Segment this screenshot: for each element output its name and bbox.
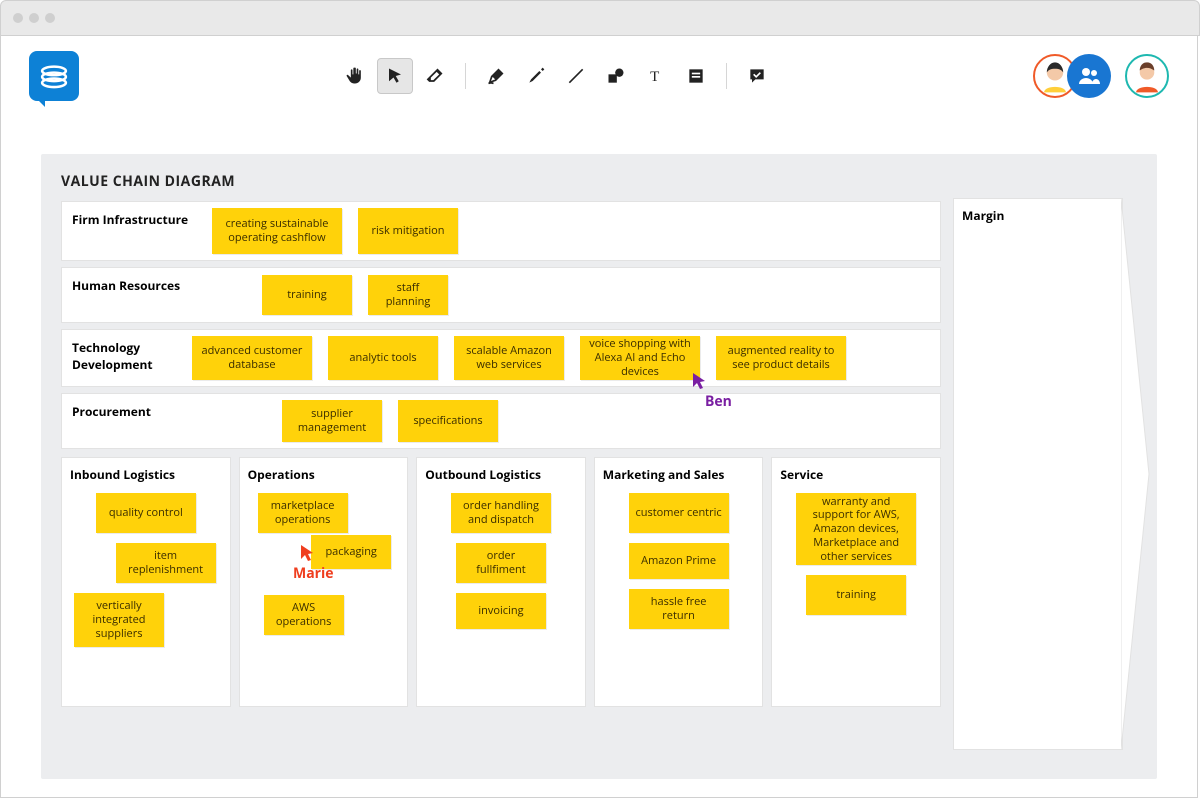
sticky-note[interactable]: item replenishment	[116, 543, 216, 583]
text-icon: T	[646, 66, 666, 86]
col-label: Service	[780, 466, 932, 483]
toolbar-separator	[726, 63, 727, 89]
support-row-technology-development: Technology Development advanced customer…	[61, 329, 941, 387]
diagram-title: VALUE CHAIN DIAGRAM	[61, 172, 1137, 191]
row-label: Firm Infrastructure	[72, 208, 212, 228]
diagram-canvas[interactable]: VALUE CHAIN DIAGRAM Firm Infrastructure …	[41, 154, 1157, 779]
support-row-firm-infrastructure: Firm Infrastructure creating sustainable…	[61, 201, 941, 261]
comment-check-icon	[747, 66, 767, 86]
sticky-note[interactable]: specifications	[398, 400, 498, 442]
sticky-note[interactable]: order handling and dispatch	[451, 493, 551, 533]
sticky-note[interactable]: hassle free return	[629, 589, 729, 629]
comment-tool[interactable]	[739, 58, 775, 94]
avatar-user-2[interactable]	[1125, 54, 1169, 98]
sticky-note[interactable]: supplier management	[282, 400, 382, 442]
svg-text:T: T	[650, 69, 659, 85]
marker-tool[interactable]	[518, 58, 554, 94]
sticky-note[interactable]: scalable Amazon web services	[454, 336, 564, 380]
sticky-note[interactable]: voice shopping with Alexa AI and Echo de…	[580, 336, 700, 380]
app-logo[interactable]	[29, 51, 79, 101]
primary-col-operations: Operations marketplace operations packag…	[239, 457, 409, 707]
sticky-note[interactable]: advanced customer database	[192, 336, 312, 380]
sticky-note[interactable]: quality control	[96, 493, 196, 533]
sticky-note[interactable]: vertically integrated suppliers	[74, 593, 164, 647]
pointer-tool[interactable]	[377, 58, 413, 94]
avatar-illustration	[1127, 54, 1167, 98]
primary-activities: Inbound Logistics quality control item r…	[61, 457, 941, 707]
shape-icon	[606, 66, 626, 86]
sticky-note[interactable]: AWS operations	[264, 595, 344, 635]
line-tool[interactable]	[558, 58, 594, 94]
topbar: T	[1, 36, 1197, 116]
sticky-note[interactable]: marketplace operations	[258, 493, 348, 533]
sticky-note[interactable]: creating sustainable operating cashflow	[212, 208, 342, 254]
app-window: T	[0, 36, 1198, 798]
sticky-note[interactable]: invoicing	[456, 593, 546, 629]
chrome-dot	[29, 13, 39, 23]
margin-label: Margin	[962, 207, 1004, 224]
sticky-note[interactable]: analytic tools	[328, 336, 438, 380]
logo-swirl-icon	[37, 59, 71, 93]
collaborator-avatars	[1033, 54, 1169, 98]
toolbar-separator	[465, 63, 466, 89]
sticky-note[interactable]: packaging	[311, 535, 391, 569]
margin-panel: Margin	[953, 198, 1123, 750]
primary-col-marketing-sales: Marketing and Sales customer centric Ama…	[594, 457, 764, 707]
sticky-note[interactable]: order fullfiment	[456, 543, 546, 583]
margin-arrow-icon	[1121, 198, 1151, 750]
people-icon	[1077, 64, 1101, 88]
sticky-note[interactable]: Amazon Prime	[629, 543, 729, 579]
marker-icon	[526, 66, 546, 86]
sticky-note[interactable]: risk mitigation	[358, 208, 458, 254]
text-tool[interactable]: T	[638, 58, 674, 94]
shape-tool[interactable]	[598, 58, 634, 94]
col-label: Marketing and Sales	[603, 466, 755, 483]
eraser-tool[interactable]	[417, 58, 453, 94]
col-label: Operations	[248, 466, 400, 483]
eraser-icon	[425, 66, 445, 86]
sticky-note[interactable]: customer centric	[629, 493, 729, 533]
row-label: Technology Development	[72, 336, 192, 373]
pen-tool[interactable]	[478, 58, 514, 94]
note-icon	[686, 66, 706, 86]
row-label: Procurement	[72, 400, 212, 420]
pointer-icon	[386, 67, 404, 85]
line-icon	[566, 66, 586, 86]
browser-chrome	[0, 0, 1200, 36]
col-label: Outbound Logistics	[425, 466, 577, 483]
primary-col-inbound-logistics: Inbound Logistics quality control item r…	[61, 457, 231, 707]
pen-icon	[486, 66, 506, 86]
chrome-dot	[45, 13, 55, 23]
primary-col-service: Service warranty and support for AWS, Am…	[771, 457, 941, 707]
primary-col-outbound-logistics: Outbound Logistics order handling and di…	[416, 457, 586, 707]
share-button[interactable]	[1067, 54, 1111, 98]
sticky-note[interactable]: staff planning	[368, 275, 448, 315]
sticky-note[interactable]: training	[806, 575, 906, 615]
sticky-note[interactable]: augmented reality to see product details	[716, 336, 846, 380]
hand-tool[interactable]	[337, 58, 373, 94]
hand-icon	[345, 66, 365, 86]
col-label: Inbound Logistics	[70, 466, 222, 483]
sticky-note[interactable]: training	[262, 275, 352, 315]
chrome-dot	[13, 13, 23, 23]
support-row-procurement: Procurement supplier management specific…	[61, 393, 941, 449]
row-label: Human Resources	[72, 274, 212, 294]
support-row-human-resources: Human Resources training staff planning	[61, 267, 941, 323]
toolbar: T	[337, 58, 775, 94]
avatar-group	[1033, 54, 1111, 98]
sticky-note-tool[interactable]	[678, 58, 714, 94]
sticky-note[interactable]: warranty and support for AWS, Amazon dev…	[796, 493, 916, 565]
